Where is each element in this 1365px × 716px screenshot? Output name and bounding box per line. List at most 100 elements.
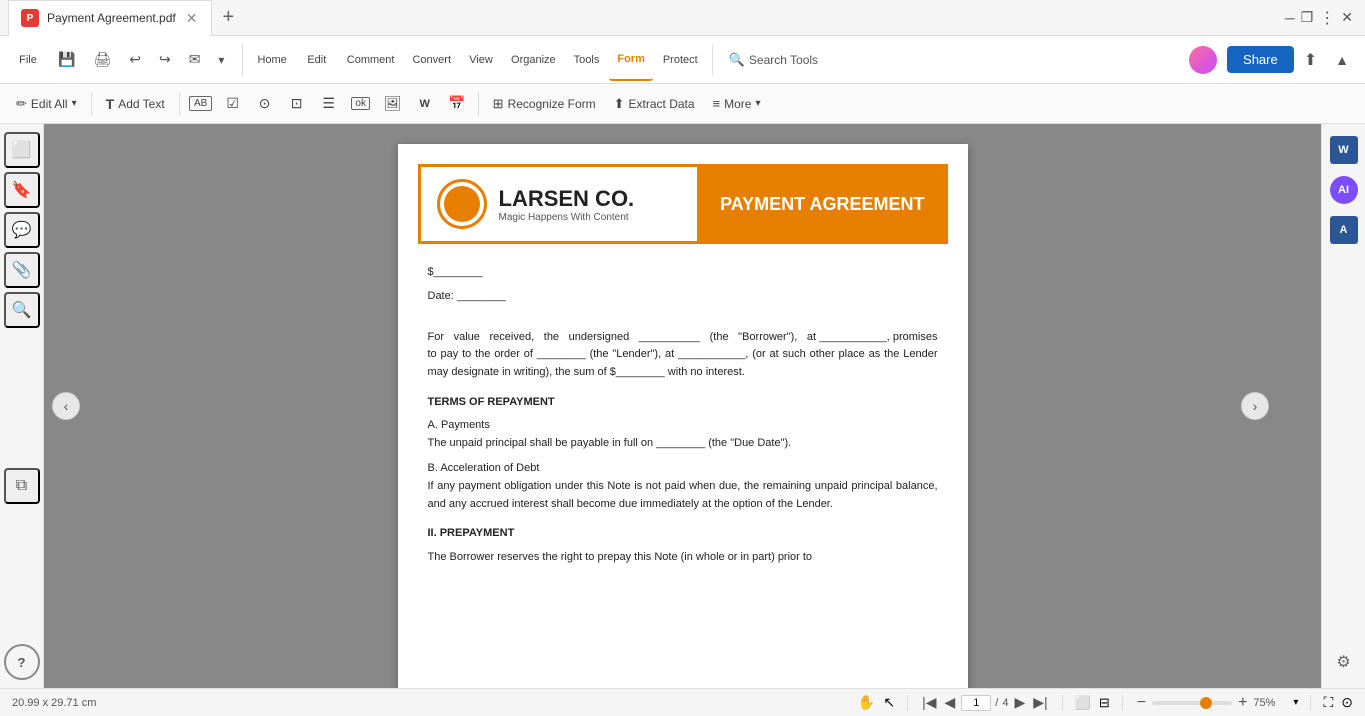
ai-plugin-icon[interactable]: AI xyxy=(1326,172,1362,208)
prepayment-text: The Borrower reserves the right to prepa… xyxy=(428,549,938,567)
form-tab[interactable]: Form xyxy=(609,39,653,81)
layers-button[interactable]: ⧉ xyxy=(4,468,40,504)
more-button[interactable]: ≡ More ▾ xyxy=(705,89,769,119)
settings-icon[interactable]: ⚙ xyxy=(1326,644,1362,680)
zoom-in-button[interactable]: + xyxy=(1236,692,1249,714)
more-view-button[interactable]: ⊙ xyxy=(1341,694,1353,711)
separator xyxy=(242,44,243,76)
radio-button[interactable]: ⊙ xyxy=(250,89,280,119)
attachment-button[interactable]: 📎 xyxy=(4,252,40,288)
search-tools-button[interactable]: 🔍 Search Tools xyxy=(719,46,828,74)
status-sep4 xyxy=(1310,695,1311,711)
page-input[interactable] xyxy=(961,695,991,711)
search-sidebar-button[interactable]: 🔍 xyxy=(4,292,40,328)
window-menu-button[interactable]: ⋮ xyxy=(1319,8,1335,28)
fullscreen-button[interactable]: ⛶ xyxy=(1323,694,1333,711)
page-separator: / xyxy=(995,697,998,709)
comment-sidebar-button[interactable]: 💬 xyxy=(4,212,40,248)
window-restore-button[interactable]: ❐ xyxy=(1301,8,1314,28)
file-menu-button[interactable]: File xyxy=(8,39,48,81)
print-button[interactable]: 🖨 xyxy=(85,47,119,72)
terms-title: TERMS OF REPAYMENT xyxy=(428,394,938,412)
bookmark-button[interactable]: 🔖 xyxy=(4,172,40,208)
tools-tab[interactable]: Tools xyxy=(566,39,608,81)
organize-tab[interactable]: Organize xyxy=(503,39,564,81)
protect-tab[interactable]: Protect xyxy=(655,39,706,81)
hand-tool-button[interactable]: ✋ xyxy=(858,694,875,711)
thumbnail-button[interactable]: ⬜ xyxy=(4,132,40,168)
content-area: ⬜ 🔖 💬 📎 🔍 ⧉ ? ‹ LARSEN CO. Magic Happens… xyxy=(0,124,1365,688)
help-button[interactable]: ? xyxy=(4,644,40,680)
last-page-button[interactable]: ▶| xyxy=(1031,692,1049,713)
prev-page-side-button[interactable]: ‹ xyxy=(52,392,80,420)
prepayment-title: II. PREPAYMENT xyxy=(428,525,938,543)
extract-icon: ⬆ xyxy=(614,96,625,112)
dropdown-button[interactable]: ▾ xyxy=(210,47,232,72)
text-icon: T xyxy=(106,96,115,112)
company-tagline: Magic Happens With Content xyxy=(499,212,635,223)
extract-data-button[interactable]: ⬆ Extract Data xyxy=(606,89,703,119)
zoom-out-button[interactable]: − xyxy=(1135,692,1148,714)
document-title-section: PAYMENT AGREEMENT xyxy=(700,167,944,241)
status-bar: 20.99 x 29.71 cm ✋ ↖ |◀ ◀ / 4 ▶ ▶| ⬜ ⊟ −… xyxy=(0,688,1365,716)
pdf-page: LARSEN CO. Magic Happens With Content PA… xyxy=(398,144,968,688)
zoom-thumb[interactable] xyxy=(1200,697,1212,709)
redo-button[interactable]: ↪ xyxy=(151,47,179,72)
convert-tab[interactable]: Convert xyxy=(404,39,459,81)
edit-all-button[interactable]: ✏ Edit All ▾ xyxy=(8,89,85,119)
ok-button[interactable]: ok xyxy=(346,89,376,119)
payments-section: A. Payments The unpaid principal shall b… xyxy=(428,417,938,452)
home-tab[interactable]: Home xyxy=(249,39,294,81)
share-button[interactable]: Share xyxy=(1227,46,1294,73)
window-minimize-button[interactable]: ─ xyxy=(1285,8,1295,28)
acceleration-text: If any payment obligation under this Not… xyxy=(428,480,938,510)
fit-width-button[interactable]: ⊟ xyxy=(1099,695,1110,711)
separator2 xyxy=(712,44,713,76)
main-toolbar: File 💾 🖨 ↩ ↪ ✉ ▾ Home Edit Comment Conve… xyxy=(0,36,1365,84)
logo-circle xyxy=(437,179,487,229)
new-tab-button[interactable]: + xyxy=(212,0,244,36)
pdf-viewer[interactable]: ‹ LARSEN CO. Magic Happens With Content … xyxy=(44,124,1321,688)
upload-button[interactable]: ⬆ xyxy=(1296,46,1325,74)
right-sidebar: W AI A ⚙ xyxy=(1321,124,1365,688)
payments-title: A. Payments xyxy=(428,417,938,435)
window-close-button[interactable]: ✕ xyxy=(1341,8,1353,28)
zoom-slider[interactable] xyxy=(1152,701,1232,705)
date-field: Date: ________ xyxy=(428,288,938,306)
next-page-button[interactable]: ▶ xyxy=(1012,692,1027,713)
pdf-header: LARSEN CO. Magic Happens With Content PA… xyxy=(418,164,948,244)
company-info: LARSEN CO. Magic Happens With Content xyxy=(499,186,635,223)
select-tool-button[interactable]: ↖ xyxy=(883,694,895,711)
more-dropdown-icon: ▾ xyxy=(755,98,760,109)
dropdown-field-button[interactable]: ⊡ xyxy=(282,89,312,119)
word-plugin-icon[interactable]: W xyxy=(1326,132,1362,168)
list-button[interactable]: ☰ xyxy=(314,89,344,119)
signature-button[interactable]: W xyxy=(410,89,440,119)
form-toolbar: ✏ Edit All ▾ T Add Text AB ☑ ⊙ ⊡ ☰ ok 🖼 … xyxy=(0,84,1365,124)
prev-page-button[interactable]: ◀ xyxy=(942,692,957,713)
edit-tab[interactable]: Edit xyxy=(297,39,337,81)
dropdown-icon: ▾ xyxy=(72,98,77,109)
next-page-side-button[interactable]: › xyxy=(1241,392,1269,420)
word-plugin2-icon[interactable]: A xyxy=(1326,212,1362,248)
checkbox-button[interactable]: ☑ xyxy=(218,89,248,119)
tab-close-button[interactable]: ✕ xyxy=(184,10,200,27)
date-button[interactable]: 📅 xyxy=(442,89,472,119)
email-button[interactable]: ✉ xyxy=(181,47,209,72)
first-page-button[interactable]: |◀ xyxy=(920,692,938,713)
zoom-dropdown-button[interactable]: ▾ xyxy=(1293,697,1298,708)
app-icon: P xyxy=(21,9,39,27)
add-text-button[interactable]: T Add Text xyxy=(98,89,173,119)
fit-page-button[interactable]: ⬜ xyxy=(1075,695,1091,711)
search-icon: 🔍 xyxy=(729,52,745,68)
view-tab[interactable]: View xyxy=(461,39,501,81)
image-button[interactable]: 🖼 xyxy=(378,89,408,119)
file-label: File xyxy=(19,54,37,66)
collapse-button[interactable]: ▲ xyxy=(1327,48,1357,72)
comment-tab[interactable]: Comment xyxy=(339,39,403,81)
document-title: PAYMENT AGREEMENT xyxy=(720,194,924,215)
save-button[interactable]: 💾 xyxy=(50,47,83,72)
recognize-form-button[interactable]: ⊞ Recognize Form xyxy=(485,89,604,119)
text-field-button[interactable]: AB xyxy=(186,89,216,119)
undo-button[interactable]: ↩ xyxy=(121,47,149,72)
